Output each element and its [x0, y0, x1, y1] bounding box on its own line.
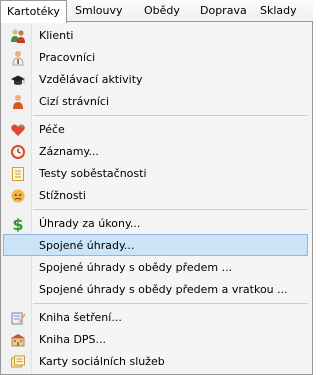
checklist-icon [10, 166, 26, 182]
menu-item-stiznosti[interactable]: Stížnosti [3, 184, 308, 206]
building-icon [10, 332, 26, 348]
menu-item-label: Kniha šetření... [39, 311, 122, 324]
person-icon [10, 94, 26, 110]
menu-obedy[interactable]: Obědy [138, 0, 186, 22]
menu-item-spojene-uhrady[interactable]: Spojené úhrady... [3, 234, 308, 256]
menu-item-pracovnici[interactable]: Pracovníci [3, 46, 308, 68]
menu-kartoteky[interactable]: Kartotéky [0, 0, 67, 23]
menu-item-karty-socialnich-sluzeb[interactable]: Karty sociálních služeb [3, 350, 308, 372]
menu-bar: Kartotéky Smlouvy Obědy Doprava Sklady [0, 0, 313, 23]
menu-separator [33, 209, 308, 210]
menu-item-label: Úhrady za úkony... [39, 217, 141, 230]
menu-item-label: Záznamy... [39, 145, 99, 158]
menu-item-vzdelavaci-aktivity[interactable]: Vzdělávací aktivity [3, 68, 308, 90]
heart-icon [10, 122, 26, 138]
menu-smlouvy[interactable]: Smlouvy [69, 0, 128, 22]
graduation-cap-icon [10, 72, 26, 88]
menu-item-label: Stížnosti [39, 189, 86, 202]
dollar-icon: $ [10, 216, 26, 232]
menu-item-label: Karty sociálních služeb [39, 355, 165, 368]
svg-text:$: $ [12, 216, 23, 232]
menu-item-label: Spojené úhrady s obědy předem ... [39, 261, 233, 274]
menu-item-klienti[interactable]: Klienti [3, 24, 308, 46]
menu-doprava[interactable]: Doprava [194, 0, 253, 22]
clock-icon [10, 144, 26, 160]
menu-item-spojene-uhrady-obedy-predem[interactable]: Spojené úhrady s obědy předem ... [3, 256, 308, 278]
complaint-icon [10, 188, 26, 204]
menu-separator [33, 303, 308, 304]
menu-item-label: Cizí strávníci [39, 95, 110, 108]
clients-icon [10, 28, 26, 44]
menu-sklady[interactable]: Sklady [254, 0, 303, 22]
kartoteky-dropdown-menu: Klienti Pracovníci Vzdělávací aktivity C… [0, 21, 313, 375]
menu-item-spojene-uhrady-obedy-predem-vratka[interactable]: Spojené úhrady s obědy předem a vratkou … [3, 278, 308, 300]
menu-item-label: Testy soběstačnosti [39, 167, 147, 180]
menu-item-zaznamy[interactable]: Záznamy... [3, 140, 308, 162]
menu-item-testy-sobestacnosti[interactable]: Testy soběstačnosti [3, 162, 308, 184]
menu-item-pece[interactable]: Péče [3, 118, 308, 140]
menu-item-label: Péče [39, 123, 65, 136]
menu-item-label: Kniha DPS... [39, 333, 107, 346]
menu-item-label: Spojené úhrady... [39, 239, 135, 252]
menu-item-label: Klienti [39, 29, 74, 42]
notebook-pencil-icon [10, 310, 26, 326]
menu-item-uhrady-za-ukony[interactable]: $ Úhrady za úkony... [3, 212, 308, 234]
cards-icon [10, 354, 26, 370]
menu-item-kniha-setreni[interactable]: Kniha šetření... [3, 306, 308, 328]
menu-item-cizi-stravnici[interactable]: Cizí strávníci [3, 90, 308, 112]
menu-item-label: Vzdělávací aktivity [39, 73, 143, 86]
menu-separator [33, 115, 308, 116]
menu-item-kniha-dps[interactable]: Kniha DPS... [3, 328, 308, 350]
menu-item-label: Spojené úhrady s obědy předem a vratkou … [39, 283, 288, 296]
menu-item-label: Pracovníci [39, 51, 96, 64]
worker-icon [10, 50, 26, 66]
